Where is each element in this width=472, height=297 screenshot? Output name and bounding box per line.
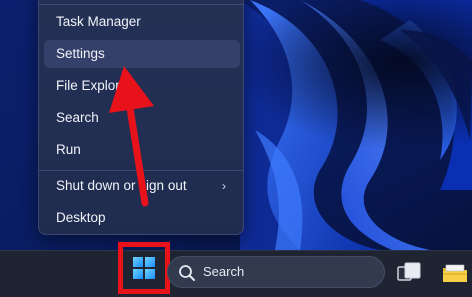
menu-item-desktop[interactable]: Desktop xyxy=(44,204,240,232)
search-label: Search xyxy=(203,264,245,279)
menu-item-label: Settings xyxy=(56,46,105,61)
menu-item-search[interactable]: Search xyxy=(44,104,240,132)
desktop-screen: Task Manager Settings File Explorer Sear… xyxy=(0,0,472,297)
menu-item-label: Shut down or sign out xyxy=(56,178,187,193)
search-icon xyxy=(179,265,195,281)
windows-logo-icon xyxy=(133,257,155,279)
menu-item-shut-down[interactable]: Shut down or sign out › xyxy=(44,172,240,200)
menu-separator xyxy=(39,4,243,5)
menu-item-label: File Explorer xyxy=(56,78,132,93)
menu-item-label: Desktop xyxy=(56,210,106,225)
menu-separator xyxy=(39,170,243,171)
menu-item-label: Run xyxy=(56,142,81,157)
file-explorer-icon[interactable] xyxy=(441,262,469,284)
menu-item-label: Search xyxy=(56,110,99,125)
chevron-right-icon: › xyxy=(222,179,226,193)
task-view-icon[interactable] xyxy=(396,260,422,284)
menu-item-file-explorer[interactable]: File Explorer xyxy=(44,72,240,100)
menu-item-label: Task Manager xyxy=(56,14,141,29)
quick-link-menu: Task Manager Settings File Explorer Sear… xyxy=(38,0,244,235)
taskbar-search-box[interactable]: Search xyxy=(167,256,385,288)
menu-item-run[interactable]: Run xyxy=(44,136,240,164)
start-button[interactable] xyxy=(118,242,170,294)
menu-item-task-manager[interactable]: Task Manager xyxy=(44,8,240,36)
menu-item-settings[interactable]: Settings xyxy=(44,40,240,68)
